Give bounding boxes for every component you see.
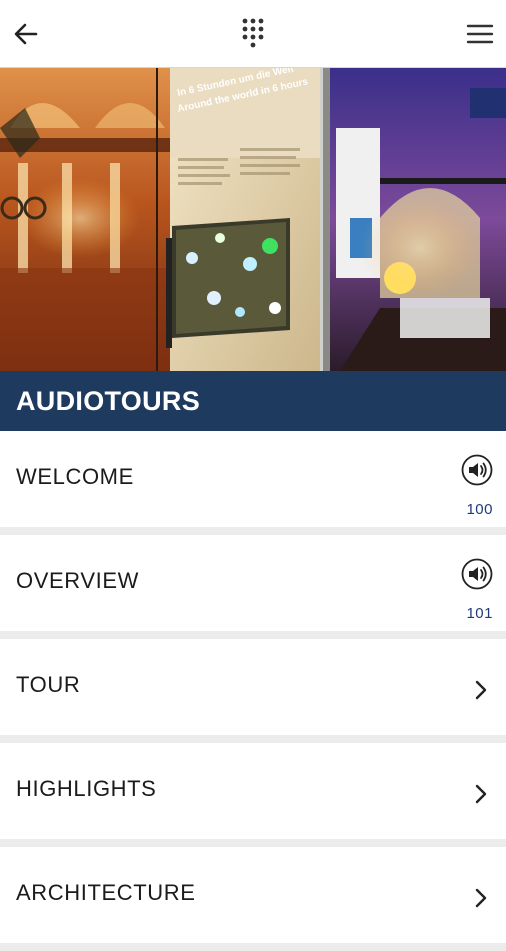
list-item-highlights[interactable]: HIGHLIGHTS [0, 743, 506, 839]
audio-code: 100 [466, 501, 493, 518]
list-item-label: TOUR [16, 672, 81, 697]
audiotour-list: WELCOME 100 OVERVIEW 101 TOUR HIGHLIGHTS [0, 431, 506, 951]
speaker-icon[interactable] [461, 558, 493, 590]
hero-image: In 6 Stunden um die Welt Around the worl… [0, 68, 506, 371]
audio-code: 101 [466, 605, 493, 622]
menu-button[interactable] [460, 14, 500, 54]
chevron-right-icon [475, 680, 487, 700]
chevron-right-icon [475, 784, 487, 804]
list-item-welcome[interactable]: WELCOME 100 [0, 431, 506, 527]
list-item-label: WELCOME [16, 464, 134, 489]
speaker-icon[interactable] [461, 454, 493, 486]
list-item-overview[interactable]: OVERVIEW 101 [0, 535, 506, 631]
keypad-icon [242, 18, 264, 48]
back-button[interactable] [6, 14, 46, 54]
hamburger-menu-icon [466, 24, 494, 44]
section-header: AUDIOTOURS [0, 371, 506, 431]
list-item-label: ARCHITECTURE [16, 880, 196, 905]
arrow-left-icon [14, 23, 38, 45]
list-item-label: HIGHLIGHTS [16, 776, 157, 801]
list-item-tour[interactable]: TOUR [0, 639, 506, 735]
section-title: AUDIOTOURS [16, 385, 201, 416]
keypad-button[interactable] [233, 14, 273, 54]
list-item-label: OVERVIEW [16, 568, 139, 593]
list-item-architecture[interactable]: ARCHITECTURE [0, 847, 506, 943]
chevron-right-icon [475, 888, 487, 908]
app-bar [0, 0, 506, 68]
